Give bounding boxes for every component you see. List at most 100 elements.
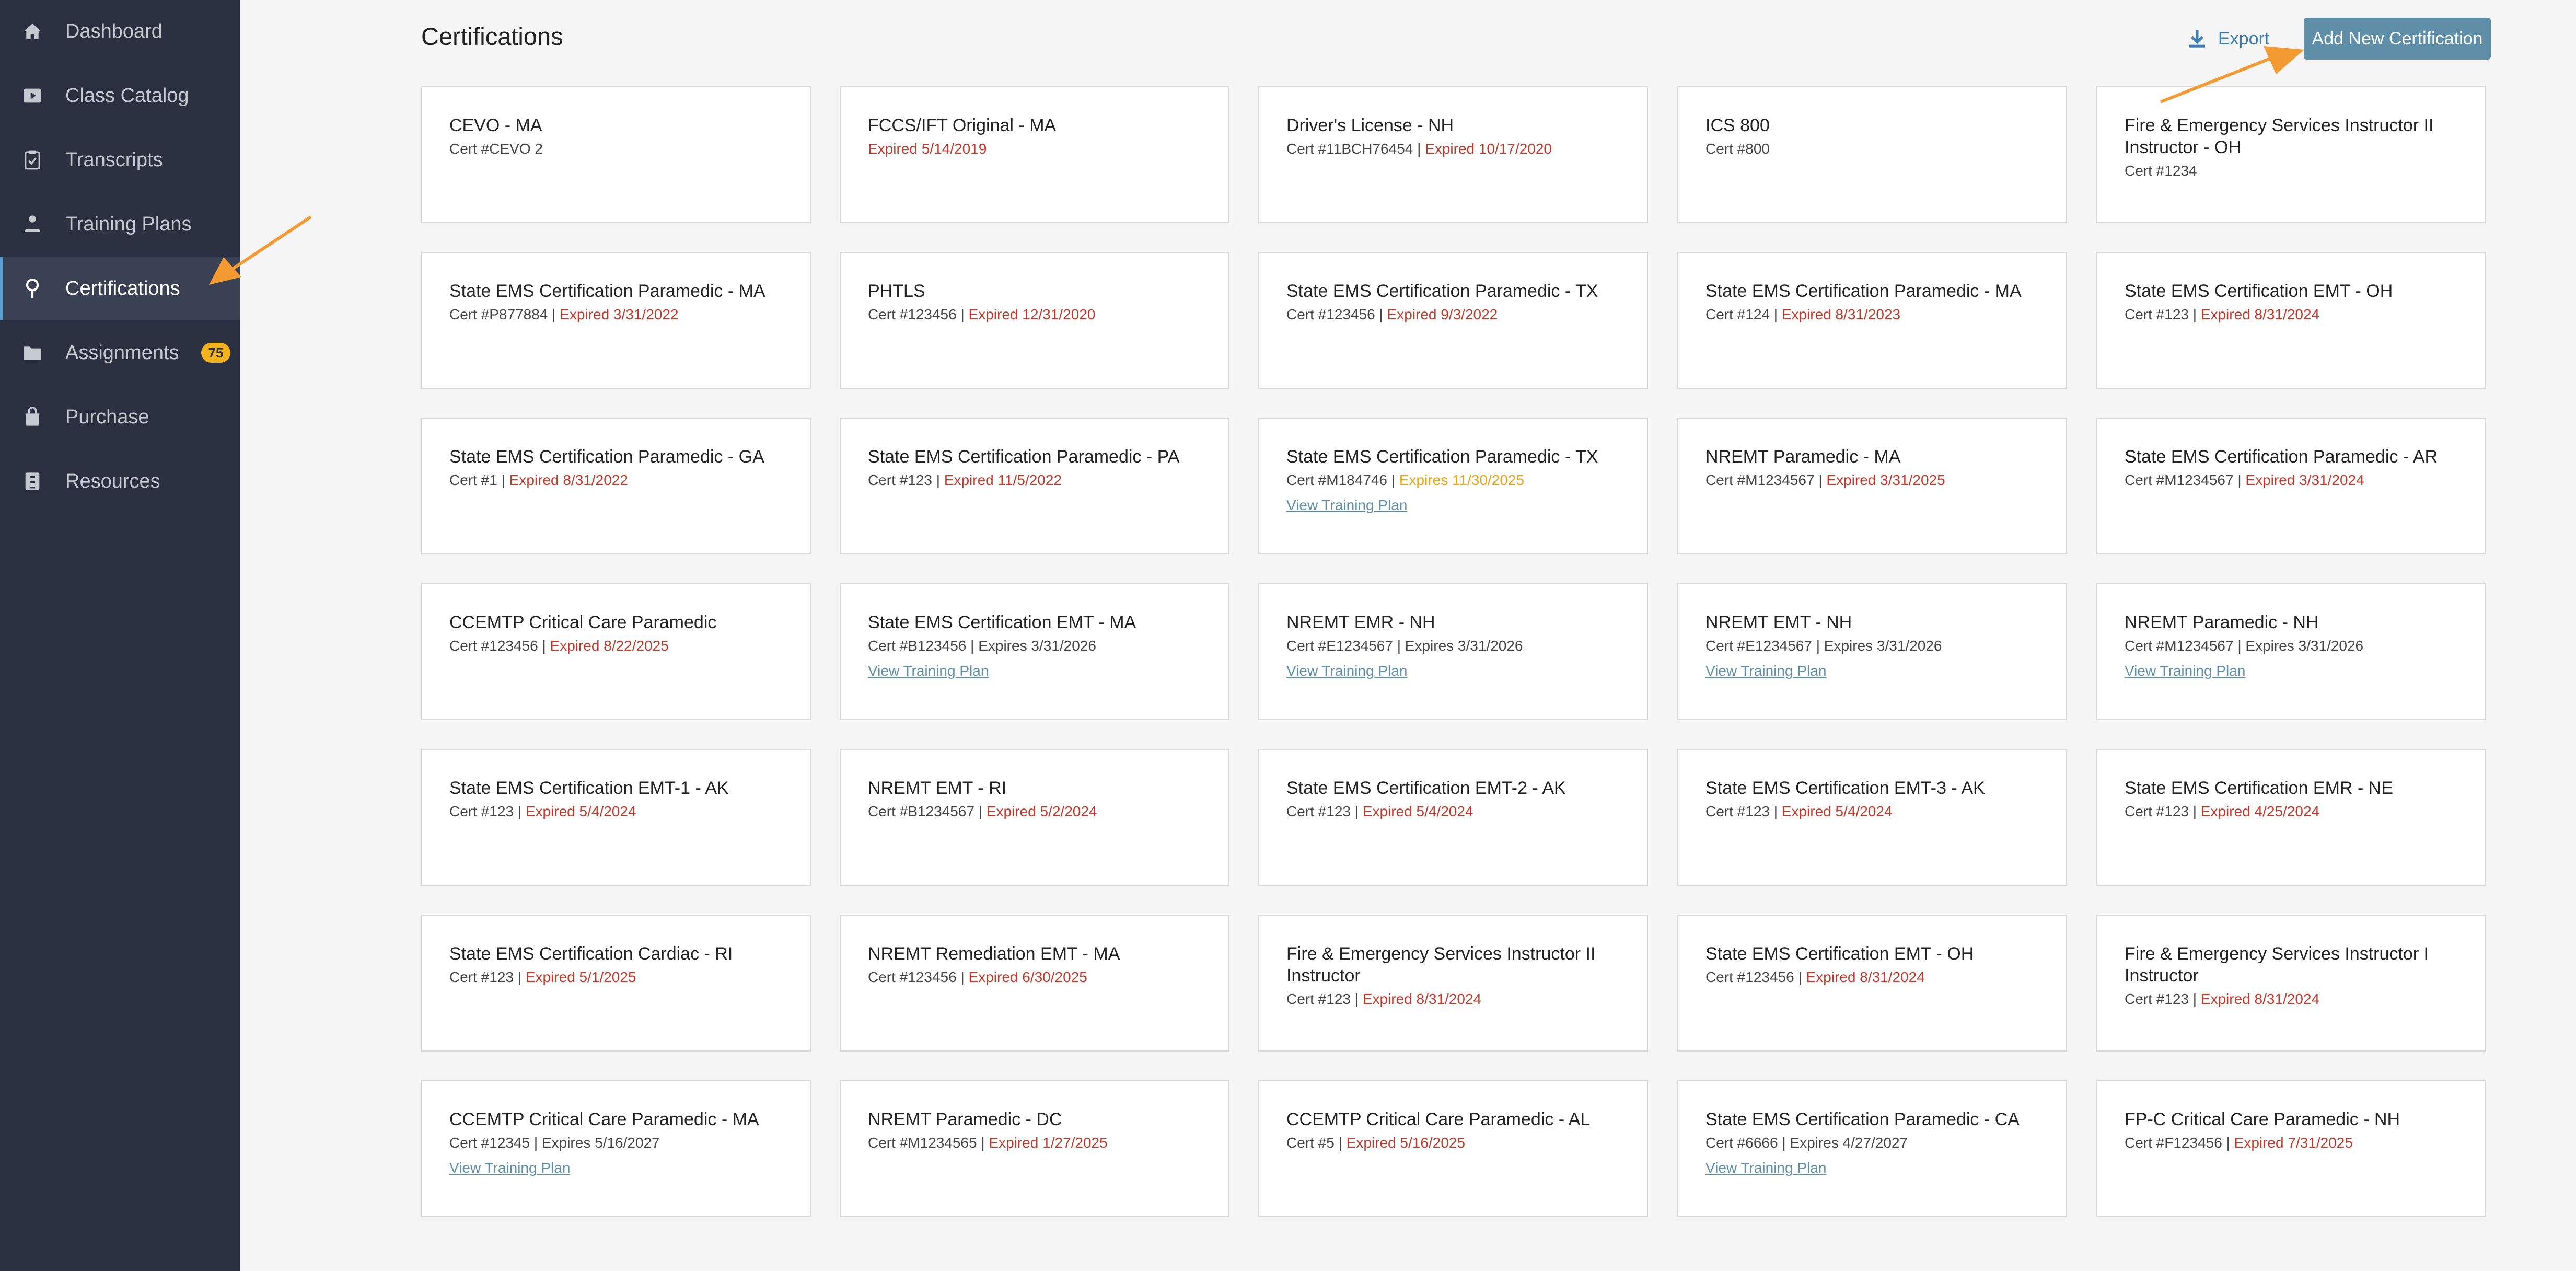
certification-title: State EMS Certification Paramedic - TX bbox=[1286, 447, 1598, 467]
certification-card[interactable]: CEVO - MA Cert #CEVO 2 bbox=[421, 86, 811, 223]
certification-card[interactable]: CCEMTP Critical Care Paramedic - MA Cert … bbox=[421, 1080, 811, 1217]
certification-card[interactable]: State EMS Certification EMR - NE Cert #12… bbox=[2096, 749, 2486, 886]
certification-status: Expired 5/4/2024 bbox=[1781, 803, 1893, 819]
certification-title: State EMS Certification Paramedic - TX bbox=[1286, 281, 1598, 301]
certification-card[interactable]: NREMT EMT - RI Cert #B1234567 | Expired 5… bbox=[840, 749, 1229, 886]
view-training-plan-link[interactable]: View Training Plan bbox=[868, 663, 989, 679]
home-icon bbox=[24, 24, 41, 39]
certification-card[interactable]: State EMS Certification EMT - OH Cert #12… bbox=[2096, 252, 2486, 389]
certification-card[interactable]: NREMT EMR - NH Cert #E1234567 | Expires 3… bbox=[1258, 583, 1648, 720]
sidebar-item-class-catalog[interactable]: Class Catalog bbox=[0, 64, 240, 127]
meta-separator: | bbox=[1334, 1135, 1347, 1151]
certification-meta: Cert #123 | Expired 4/25/2024 bbox=[2125, 801, 2464, 822]
meta-separator: | bbox=[497, 472, 509, 488]
certification-status: Expired 3/31/2025 bbox=[1826, 472, 1945, 488]
certification-title: State EMS Certification Paramedic - CA bbox=[1705, 1110, 2020, 1129]
meta-separator: | bbox=[1393, 638, 1405, 654]
certification-title: State EMS Certification EMT - OH bbox=[1705, 944, 1974, 964]
certification-card[interactable]: State EMS Certification Paramedic - CA Ce… bbox=[1677, 1080, 2067, 1217]
certification-card[interactable]: CCEMTP Critical Care Paramedic Cert #1234… bbox=[421, 583, 811, 720]
certification-card[interactable]: NREMT EMT - NH Cert #E1234567 | Expires 3… bbox=[1677, 583, 2067, 720]
certification-card[interactable]: NREMT Paramedic - DC Cert #M1234565 | Exp… bbox=[840, 1080, 1229, 1217]
certification-card[interactable]: State EMS Certification Cardiac - RI Cert… bbox=[421, 915, 811, 1052]
sidebar-item-assignments[interactable]: Assignments 75 bbox=[0, 321, 240, 384]
view-training-plan-link[interactable]: View Training Plan bbox=[1286, 497, 1407, 514]
meta-separator: | bbox=[548, 306, 560, 322]
certification-number: Cert #B1234567 bbox=[868, 803, 974, 819]
certification-number: Cert #E1234567 bbox=[1286, 638, 1393, 654]
certification-card[interactable]: NREMT Paramedic - NH Cert #M1234567 | Exp… bbox=[2096, 583, 2486, 720]
meta-separator: | bbox=[1769, 803, 1782, 819]
certification-meta: Cert #123456 | Expired 8/31/2024 bbox=[1705, 967, 2045, 988]
view-training-plan-link[interactable]: View Training Plan bbox=[2125, 663, 2245, 679]
sidebar-item-label: Class Catalog bbox=[65, 85, 189, 107]
certification-card[interactable]: Fire & Emergency Services Instructor I I… bbox=[2096, 915, 2486, 1052]
certification-status: Expired 5/1/2025 bbox=[525, 969, 636, 985]
sidebar-item-label: Dashboard bbox=[65, 20, 163, 42]
sidebar-item-resources[interactable]: Resources bbox=[0, 450, 240, 513]
folder-icon bbox=[24, 346, 41, 360]
sidebar-item-transcripts[interactable]: Transcripts bbox=[0, 129, 240, 191]
certification-card[interactable]: State EMS Certification Paramedic - GA Ce… bbox=[421, 418, 811, 554]
certification-card[interactable]: FCCS/IFT Original - MA Expired 5/14/2019 bbox=[840, 86, 1229, 223]
meta-separator: | bbox=[2188, 306, 2201, 322]
certification-meta: Cert #123456 | Expired 6/30/2025 bbox=[868, 967, 1208, 988]
certification-card[interactable]: State EMS Certification Paramedic - MA Ce… bbox=[421, 252, 811, 389]
certification-card[interactable]: NREMT Remediation EMT - MA Cert #123456 |… bbox=[840, 915, 1229, 1052]
view-training-plan-link[interactable]: View Training Plan bbox=[449, 1160, 570, 1176]
certification-meta: Cert #123456 | Expired 12/31/2020 bbox=[868, 304, 1208, 325]
play-icon bbox=[24, 88, 41, 103]
certification-number: Cert #123456 bbox=[449, 638, 538, 654]
view-training-plan-link[interactable]: View Training Plan bbox=[1705, 663, 1826, 679]
certification-card[interactable]: FP-C Critical Care Paramedic - NH Cert #F… bbox=[2096, 1080, 2486, 1217]
sidebar-item-purchase[interactable]: Purchase bbox=[0, 386, 240, 448]
meta-separator: | bbox=[1350, 991, 1363, 1007]
sidebar-item-label: Transcripts bbox=[65, 149, 163, 171]
certification-title: FP-C Critical Care Paramedic - NH bbox=[2125, 1110, 2400, 1129]
certification-card[interactable]: State EMS Certification EMT-2 - AK Cert #… bbox=[1258, 749, 1648, 886]
certification-meta: Cert #123 | Expired 11/5/2022 bbox=[868, 470, 1208, 491]
certification-meta: Cert #1234 bbox=[2125, 160, 2464, 181]
certification-number: Cert #CEVO 2 bbox=[449, 141, 543, 157]
ribbon-icon bbox=[26, 279, 39, 298]
certification-card[interactable]: State EMS Certification EMT - OH Cert #12… bbox=[1677, 915, 2067, 1052]
certification-meta: Cert #M1234567 | Expired 3/31/2025 bbox=[1705, 470, 2045, 491]
certification-meta: Cert #E1234567 | Expires 3/31/2026 bbox=[1286, 636, 1626, 656]
certification-meta: Cert #124 | Expired 8/31/2023 bbox=[1705, 304, 2045, 325]
meta-separator: | bbox=[1812, 638, 1824, 654]
view-training-plan-link[interactable]: View Training Plan bbox=[1705, 1160, 1826, 1176]
add-new-certification-button[interactable]: Add New Certification bbox=[2304, 18, 2491, 60]
shopping-bag-icon bbox=[25, 407, 40, 426]
certification-card[interactable]: PHTLS Cert #123456 | Expired 12/31/2020 bbox=[840, 252, 1229, 389]
view-training-plan-link[interactable]: View Training Plan bbox=[1286, 663, 1407, 679]
meta-separator: | bbox=[932, 472, 944, 488]
certification-card[interactable]: State EMS Certification EMT-3 - AK Cert #… bbox=[1677, 749, 2067, 886]
certification-status: Expires 3/31/2026 bbox=[2245, 638, 2364, 654]
sidebar-item-label: Training Plans bbox=[65, 213, 192, 235]
certification-title: PHTLS bbox=[868, 281, 925, 301]
certification-card[interactable]: Driver's License - NH Cert #11BCH76454 | … bbox=[1258, 86, 1648, 223]
certification-card[interactable]: State EMS Certification EMT-1 - AK Cert #… bbox=[421, 749, 811, 886]
certification-card[interactable]: State EMS Certification EMT - MA Cert #B1… bbox=[840, 583, 1229, 720]
certification-number: Cert #123456 bbox=[868, 306, 957, 322]
certification-status: Expired 8/31/2023 bbox=[1781, 306, 1901, 322]
certification-card[interactable]: NREMT Paramedic - MA Cert #M1234567 | Exp… bbox=[1677, 418, 2067, 554]
certification-card[interactable]: State EMS Certification Paramedic - AR Ce… bbox=[2096, 418, 2486, 554]
certification-card[interactable]: State EMS Certification Paramedic - TX Ce… bbox=[1258, 418, 1648, 554]
certification-number: Cert #F123456 bbox=[2125, 1135, 2222, 1151]
certification-card[interactable]: State EMS Certification Paramedic - PA Ce… bbox=[840, 418, 1229, 554]
certification-card[interactable]: State EMS Certification Paramedic - TX Ce… bbox=[1258, 252, 1648, 389]
certification-card[interactable]: Fire & Emergency Services Instructor II … bbox=[1258, 915, 1648, 1052]
certification-number: Cert #123 bbox=[2125, 991, 2189, 1007]
certification-title: State EMS Certification Cardiac - RI bbox=[449, 944, 733, 964]
meta-separator: | bbox=[2233, 472, 2246, 488]
certification-status: Expired 8/31/2024 bbox=[1362, 991, 1482, 1007]
certification-card[interactable]: State EMS Certification Paramedic - MA Ce… bbox=[1677, 252, 2067, 389]
sidebar-item-dashboard[interactable]: Dashboard bbox=[0, 0, 240, 63]
certification-title: State EMS Certification EMT - MA bbox=[868, 613, 1136, 632]
certification-card[interactable]: CCEMTP Critical Care Paramedic - AL Cert … bbox=[1258, 1080, 1648, 1217]
person-icon bbox=[25, 215, 40, 232]
certification-number: Cert #B123456 bbox=[868, 638, 967, 654]
certification-status: Expires 5/16/2027 bbox=[541, 1135, 660, 1151]
certification-card[interactable]: ICS 800 Cert #800 bbox=[1677, 86, 2067, 223]
